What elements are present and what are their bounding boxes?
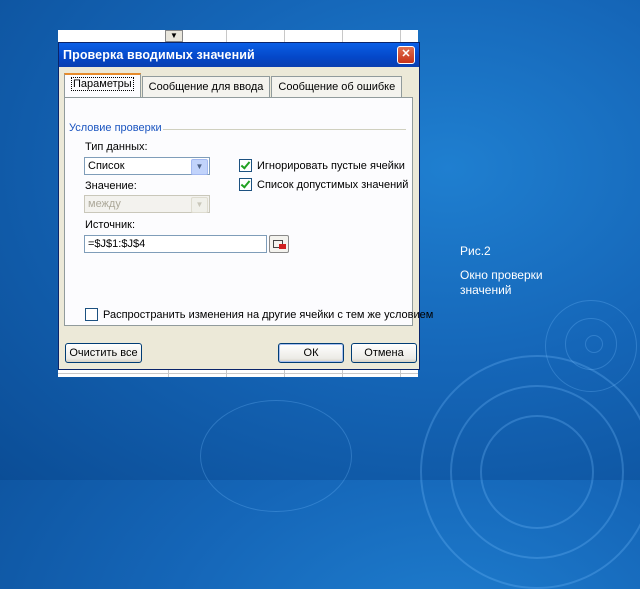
tab-label: Параметры — [71, 77, 134, 91]
tab-label: Сообщение об ошибке — [278, 81, 396, 93]
value-label: Значение: — [85, 180, 137, 192]
dialog-titlebar: Проверка вводимых значений ✕ — [59, 43, 419, 67]
data-type-label: Тип данных: — [85, 141, 148, 153]
source-input[interactable]: =$J$1:$J$4 — [84, 235, 267, 253]
apply-all-checkbox[interactable] — [85, 308, 98, 321]
dropdown-list-checkbox[interactable] — [239, 178, 252, 191]
parameters-panel: Условие проверки Тип данных: Список ▼ Зн… — [64, 97, 433, 326]
ignore-blank-label: Игнорировать пустые ячейки — [257, 159, 405, 172]
tab-input-message[interactable]: Сообщение для ввода — [141, 76, 271, 97]
tab-label: Сообщение для ввода — [148, 81, 264, 93]
data-type-value: Список — [88, 160, 125, 172]
figure-caption: Окно проверки значений — [460, 268, 543, 297]
group-divider — [163, 129, 406, 130]
figure-number: Рис.2 — [460, 244, 491, 258]
dropdown-list-label: Список допустимых значений — [257, 178, 409, 191]
tab-error-message[interactable]: Сообщение об ошибке — [271, 76, 403, 97]
cancel-button[interactable]: Отмена — [351, 343, 417, 363]
clear-all-button[interactable]: Очистить все — [65, 343, 142, 363]
source-label: Источник: — [85, 219, 136, 231]
tab-strip: Параметры Сообщение для ввода Сообщение … — [64, 73, 403, 97]
close-icon[interactable]: ✕ — [397, 46, 415, 64]
ok-button[interactable]: ОК — [278, 343, 344, 363]
ignore-blank-checkbox[interactable] — [239, 159, 252, 172]
chevron-down-icon[interactable]: ▼ — [191, 159, 208, 175]
apply-all-option[interactable]: Распространить изменения на другие ячейк… — [85, 308, 433, 321]
cell-dropdown-arrow-icon[interactable]: ▼ — [165, 30, 183, 42]
value-select-value: между — [88, 198, 121, 210]
apply-all-label: Распространить изменения на другие ячейк… — [103, 308, 434, 321]
value-select: между ▼ — [84, 195, 210, 213]
group-label: Условие проверки — [69, 122, 162, 134]
ignore-blank-option[interactable]: Игнорировать пустые ячейки — [239, 159, 405, 172]
chevron-down-icon: ▼ — [191, 197, 208, 213]
data-validation-dialog: Проверка вводимых значений ✕ Параметры С… — [58, 42, 433, 370]
tab-parameters[interactable]: Параметры — [64, 73, 141, 97]
data-type-select[interactable]: Список ▼ — [84, 157, 210, 175]
dropdown-list-option[interactable]: Список допустимых значений — [239, 178, 408, 191]
range-picker-icon[interactable] — [269, 235, 289, 253]
dialog-title: Проверка вводимых значений — [63, 48, 255, 62]
